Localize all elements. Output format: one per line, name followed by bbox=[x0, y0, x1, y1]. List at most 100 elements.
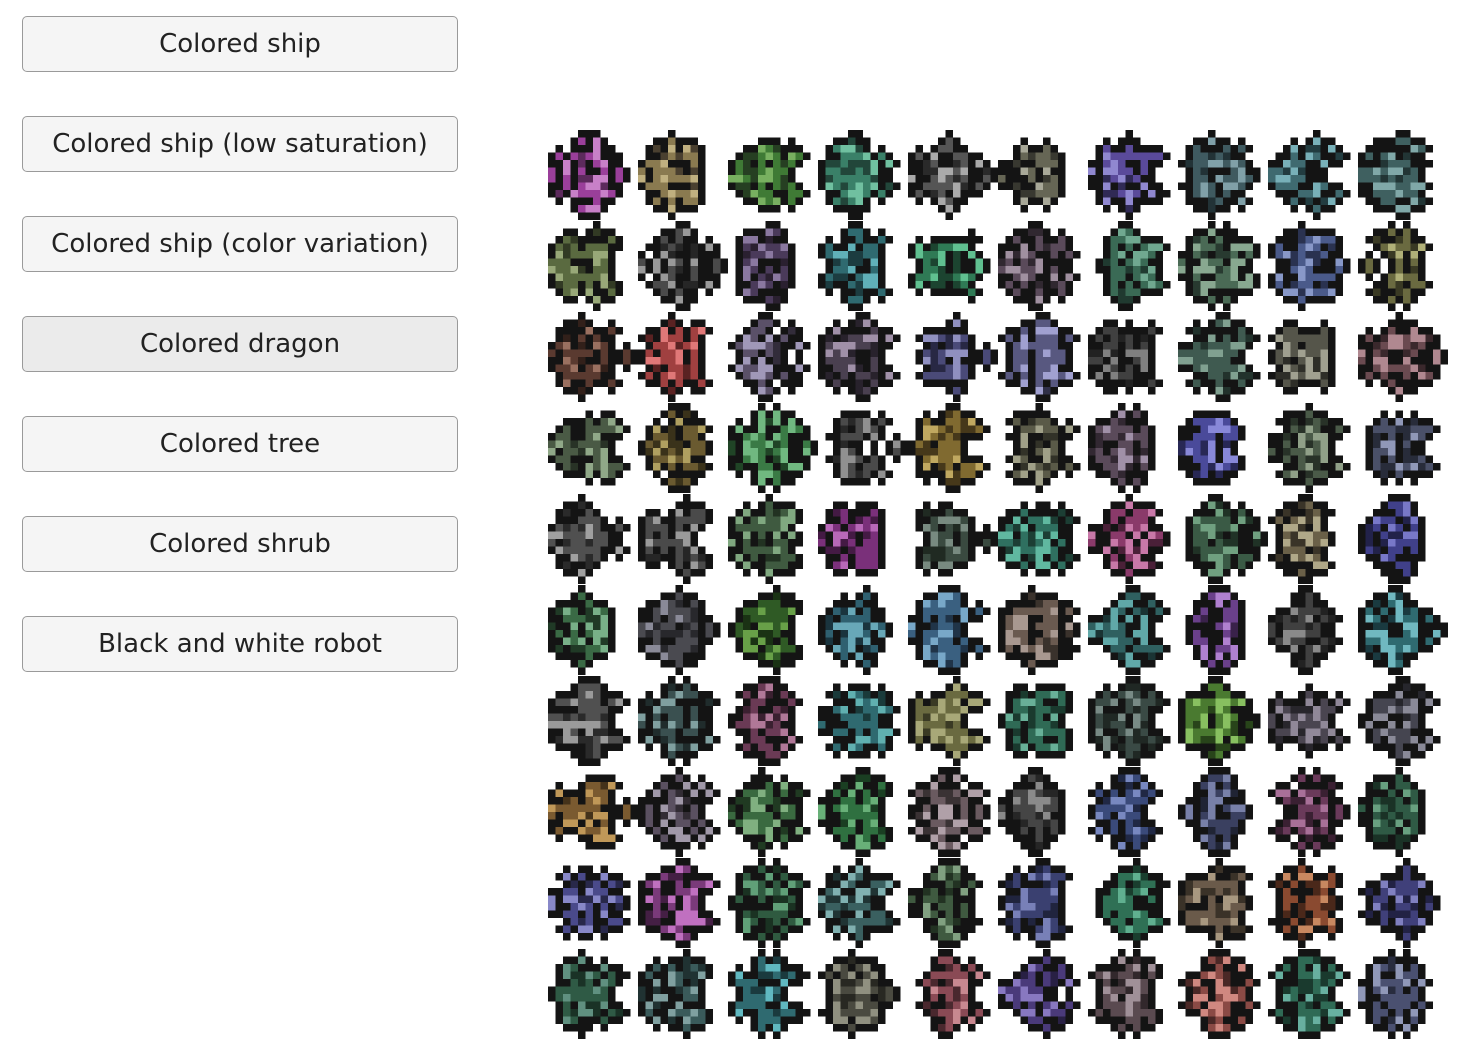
dragon-sprite bbox=[998, 137, 1066, 213]
dragon-sprite bbox=[1268, 130, 1351, 220]
dragon-sprite bbox=[735, 221, 796, 311]
dragon-sprite bbox=[1268, 403, 1351, 493]
colored-tree-button[interactable]: Colored tree bbox=[22, 416, 458, 472]
dragon-sprite bbox=[1268, 858, 1343, 948]
black-and-white-robot-button[interactable]: Black and white robot bbox=[22, 616, 458, 672]
dragon-sprite bbox=[908, 858, 983, 948]
dragon-sprite bbox=[728, 676, 803, 766]
dragon-sprite bbox=[1268, 319, 1336, 395]
dragon-sprite bbox=[998, 767, 1066, 857]
dragon-sprite bbox=[1185, 494, 1268, 584]
dragon-sprite bbox=[1088, 319, 1163, 395]
dragon-sprite bbox=[548, 130, 631, 220]
dragon-sprite bbox=[915, 501, 998, 577]
sprite-grid bbox=[548, 130, 1448, 1040]
dragon-sprite bbox=[1178, 949, 1261, 1039]
dragon-sprite bbox=[1358, 312, 1448, 402]
dragon-sprite bbox=[1185, 585, 1246, 675]
dragon-sprite bbox=[638, 312, 713, 402]
colored-ship-color-variation-button[interactable]: Colored ship (color variation) bbox=[22, 216, 458, 272]
dragon-sprite bbox=[915, 949, 991, 1039]
dragon-sprite bbox=[1268, 585, 1343, 675]
dragon-sprite bbox=[1088, 949, 1163, 1039]
dragon-sprite bbox=[548, 312, 638, 402]
dragon-sprite bbox=[638, 221, 728, 311]
dragon-sprite bbox=[1358, 767, 1426, 857]
dragon-sprite bbox=[728, 767, 811, 857]
page: Colored ship Colored ship (low saturatio… bbox=[0, 0, 1474, 1064]
dragon-sprite bbox=[638, 676, 721, 766]
dragon-sprite bbox=[728, 137, 811, 213]
dragon-sprite bbox=[825, 410, 908, 486]
dragon-sprite bbox=[1268, 949, 1351, 1039]
dragon-sprite bbox=[908, 585, 991, 675]
dragon-sprite bbox=[1358, 949, 1433, 1039]
dragon-sprite bbox=[818, 683, 901, 759]
colored-ship-low-saturation-button[interactable]: Colored ship (low saturation) bbox=[22, 116, 458, 172]
dragon-sprite bbox=[818, 949, 901, 1039]
dragon-sprite bbox=[998, 221, 1081, 311]
dragon-sprite bbox=[638, 767, 721, 857]
dragon-sprite bbox=[1268, 767, 1351, 857]
dragon-sprite bbox=[998, 949, 1081, 1039]
dragon-sprite bbox=[1365, 410, 1441, 486]
dragon-sprite bbox=[728, 949, 811, 1039]
dragon-sprite bbox=[818, 767, 893, 857]
dragon-sprite bbox=[548, 494, 631, 584]
dragon-sprite bbox=[998, 585, 1081, 675]
dragon-sprite bbox=[1358, 858, 1441, 948]
dragon-sprite bbox=[638, 130, 706, 220]
dragon-sprite bbox=[1178, 312, 1261, 402]
dragon-sprite bbox=[1268, 494, 1336, 584]
dragon-sprite bbox=[1358, 130, 1433, 220]
colored-shrub-button[interactable]: Colored shrub bbox=[22, 516, 458, 572]
dragon-sprite bbox=[1088, 494, 1171, 584]
colored-dragon-button[interactable]: Colored dragon bbox=[22, 316, 458, 372]
dragon-sprite bbox=[1088, 676, 1171, 766]
dragon-sprite bbox=[1358, 676, 1441, 766]
dragon-sprite bbox=[548, 865, 631, 941]
dragon-sprite bbox=[915, 312, 998, 402]
dragon-sprite bbox=[1088, 130, 1171, 220]
dragon-sprite bbox=[908, 228, 991, 304]
dragon-sprite bbox=[818, 221, 893, 311]
dragon-sprite bbox=[548, 949, 631, 1039]
dragon-sprite bbox=[908, 767, 991, 857]
dragon-sprite bbox=[728, 585, 803, 675]
dragon-sprite bbox=[548, 774, 638, 850]
dragon-sprite bbox=[728, 403, 818, 493]
dragon-sprite bbox=[818, 858, 901, 948]
dragon-sprite bbox=[1358, 221, 1433, 311]
dragon-sprite bbox=[908, 676, 991, 766]
dragon-sprite bbox=[1005, 403, 1081, 493]
dragon-sprite bbox=[548, 676, 631, 766]
dragon-sprite bbox=[1088, 767, 1163, 857]
dragon-sprite bbox=[548, 585, 616, 675]
dragon-sprite bbox=[818, 312, 901, 402]
dragon-sprite bbox=[1178, 130, 1261, 220]
dragon-sprite bbox=[998, 501, 1081, 577]
dragon-sprite bbox=[1268, 221, 1351, 311]
dragon-sprite bbox=[638, 858, 721, 948]
dragon-sprite bbox=[1178, 676, 1261, 766]
dragon-sprite bbox=[638, 494, 713, 584]
dragon-sprite bbox=[638, 403, 713, 493]
dragon-sprite bbox=[1358, 494, 1426, 584]
dragon-sprite bbox=[728, 494, 803, 584]
dragon-sprite bbox=[1358, 585, 1448, 675]
dragon-sprite bbox=[1088, 585, 1171, 675]
dragon-sprite bbox=[1095, 221, 1171, 311]
dragon-sprite bbox=[818, 585, 893, 675]
dragon-sprite bbox=[638, 585, 721, 675]
dragon-sprite bbox=[1178, 767, 1253, 857]
dragon-sprite bbox=[548, 410, 631, 486]
dragon-sprite bbox=[1178, 858, 1253, 948]
dragon-sprite bbox=[818, 130, 901, 220]
dragon-sprite bbox=[908, 130, 998, 220]
dragon-sprite bbox=[998, 858, 1073, 948]
dragon-sprite bbox=[1095, 858, 1171, 948]
colored-ship-button[interactable]: Colored ship bbox=[22, 16, 458, 72]
dragon-sprite bbox=[728, 858, 811, 948]
dragon-sprite bbox=[818, 501, 886, 577]
generator-button-list: Colored ship Colored ship (low saturatio… bbox=[22, 16, 458, 716]
